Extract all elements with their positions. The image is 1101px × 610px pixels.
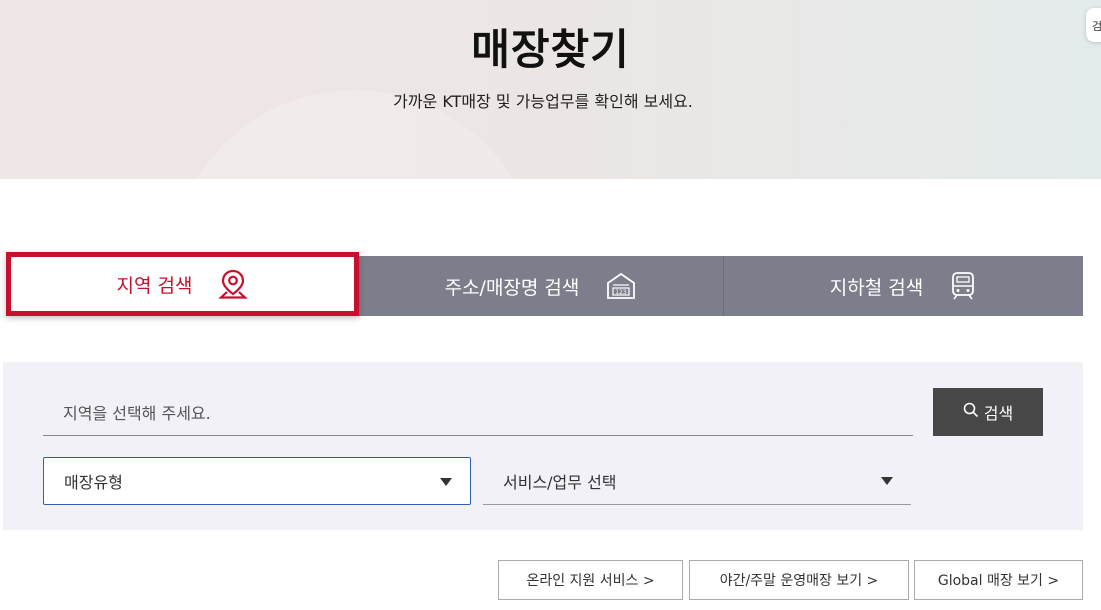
search-button[interactable]: 검색 — [933, 388, 1043, 436]
tab-label: 지하철 검색 — [829, 276, 924, 299]
hero-banner: 매장찾기 가까운 KT매장 및 가능업무를 확인해 보세요. — [0, 0, 1101, 179]
service-value: 서비스/업무 선택 — [503, 472, 617, 492]
address-123-icon: 123 — [605, 271, 637, 301]
search-tabs: 지역 검색 주소/매장명 검색 123 지하철 검색 — [6, 252, 1083, 316]
global-stores-link[interactable]: Global 매장 보기 > — [914, 560, 1083, 600]
search-button-label: 검색 — [983, 404, 1014, 423]
online-support-link[interactable]: 온라인 지원 서비스 > — [498, 560, 683, 600]
tab-subway-search[interactable]: 지하철 검색 — [723, 256, 1083, 316]
svg-text:123: 123 — [616, 289, 628, 296]
chevron-down-icon — [881, 477, 893, 485]
region-input[interactable] — [43, 392, 913, 436]
tab-label: 지역 검색 — [116, 274, 193, 297]
store-type-value: 매장유형 — [64, 473, 123, 492]
service-select[interactable]: 서비스/업무 선택 — [483, 457, 911, 505]
subway-train-icon — [949, 271, 977, 301]
tab-region-search[interactable]: 지역 검색 — [6, 252, 359, 316]
search-panel: 검색 매장유형 서비스/업무 선택 — [3, 362, 1083, 530]
map-pin-icon — [218, 268, 249, 300]
tab-address-search[interactable]: 주소/매장명 검색 123 — [359, 256, 723, 316]
page-subtitle: 가까운 KT매장 및 가능업무를 확인해 보세요. — [393, 92, 693, 111]
side-floating-button[interactable]: 검 — [1086, 8, 1101, 42]
chevron-down-icon — [440, 478, 452, 486]
store-type-select[interactable]: 매장유형 — [43, 457, 471, 505]
search-icon — [963, 402, 979, 422]
page-title: 매장찾기 — [471, 25, 630, 74]
night-weekend-stores-link[interactable]: 야간/주말 운영매장 보기 > — [689, 560, 909, 600]
tab-label: 주소/매장명 검색 — [444, 276, 580, 299]
